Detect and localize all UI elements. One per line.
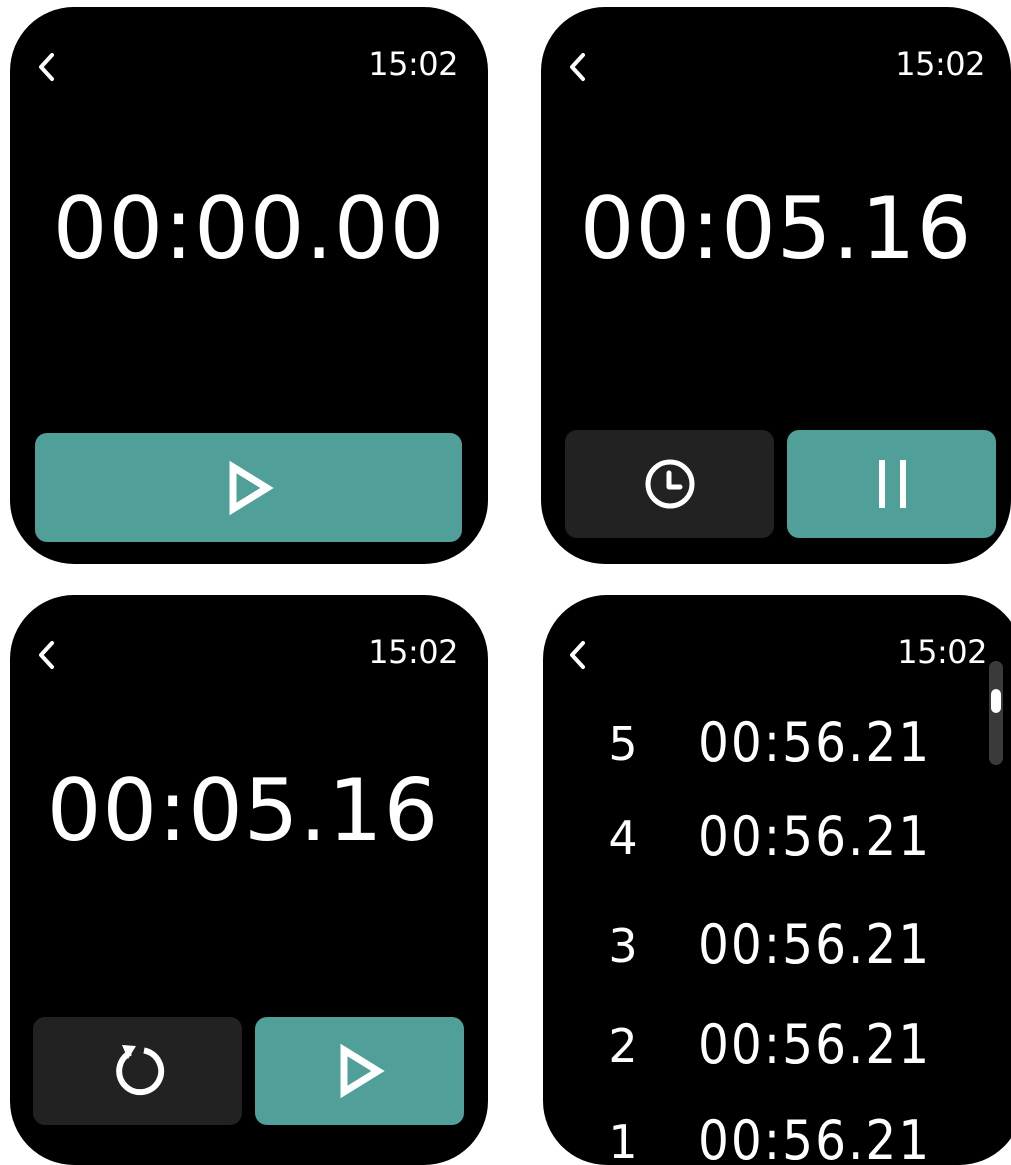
reset-icon: [115, 1045, 164, 1096]
status-time: 15:02: [895, 45, 985, 83]
chevron-left-icon: [570, 641, 585, 669]
lap-number: 2: [608, 1019, 638, 1073]
status-time: 15:02: [368, 633, 458, 671]
stopwatch-initial-screen: 15:02 00:00.00: [10, 7, 488, 564]
lap-time: 00:56.21: [698, 805, 932, 868]
status-time: 15:02: [368, 45, 458, 83]
pause-icon: [878, 460, 906, 508]
lap-list-item: 4 00:56.21: [543, 805, 943, 891]
back-button[interactable]: [565, 47, 591, 87]
lap-list-item: 5 00:56.21: [543, 711, 943, 797]
lap-number: 3: [608, 919, 638, 973]
lap-number: 1: [608, 1115, 638, 1165]
status-time: 15:02: [897, 633, 987, 671]
start-button[interactable]: [35, 433, 462, 542]
lap-time: 00:56.21: [698, 1013, 932, 1076]
stopwatch-running-screen: 15:02 00:05.16: [541, 7, 1011, 564]
lap-list-item: 1 00:56.21: [543, 1109, 943, 1165]
lap-list-item: 2 00:56.21: [543, 1013, 943, 1099]
back-button[interactable]: [34, 47, 60, 87]
chevron-left-icon: [570, 53, 585, 81]
pause-button[interactable]: [787, 430, 996, 538]
lap-clock-icon: [645, 459, 694, 509]
lap-list-item: 3 00:56.21: [543, 913, 943, 999]
lap-button[interactable]: [565, 430, 774, 538]
lap-number: 5: [608, 717, 638, 771]
lap-time: 00:56.21: [698, 1109, 932, 1165]
timer-display: 00:05.16: [579, 179, 973, 279]
back-button[interactable]: [565, 635, 591, 675]
chevron-left-icon: [39, 53, 54, 81]
scrollbar[interactable]: [989, 661, 1003, 765]
scrollbar-thumb[interactable]: [991, 689, 1001, 713]
reset-button[interactable]: [33, 1017, 242, 1125]
stopwatch-paused-screen: 15:02 00:05.16: [10, 595, 488, 1165]
resume-button[interactable]: [255, 1017, 464, 1125]
lap-number: 4: [608, 811, 638, 865]
timer-display: 00:00.00: [52, 179, 446, 279]
lap-time: 00:56.21: [698, 711, 932, 774]
timer-display: 00:05.16: [46, 761, 440, 861]
play-icon: [340, 1043, 385, 1099]
stopwatch-laps-screen: 15:02 5 00:56.21 4 00:56.21 3 00:56.21 2…: [543, 595, 1011, 1165]
chevron-left-icon: [39, 641, 54, 669]
play-icon: [229, 460, 274, 515]
lap-time: 00:56.21: [698, 913, 932, 976]
back-button[interactable]: [34, 635, 60, 675]
